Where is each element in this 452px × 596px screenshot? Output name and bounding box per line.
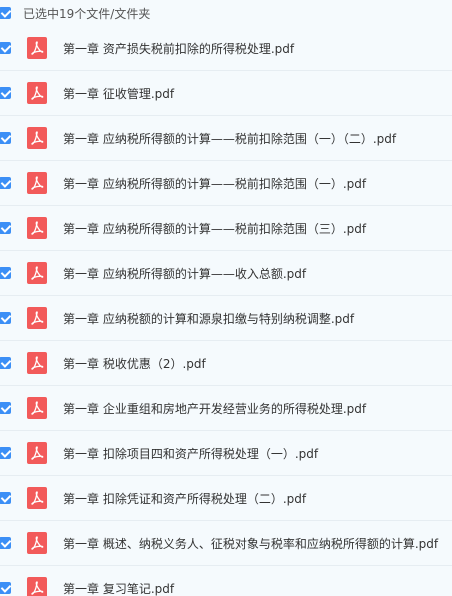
pdf-file-icon bbox=[27, 37, 47, 59]
file-name: 第一章 扣除凭证和资产所得税处理（二）.pdf bbox=[63, 491, 307, 506]
file-row[interactable]: 第一章 应纳税所得额的计算——税前扣除范围（一）（二）.pdf bbox=[0, 116, 452, 161]
pdf-file-icon bbox=[27, 577, 47, 596]
file-name: 第一章 概述、纳税义务人、征税对象与税率和应纳税所得额的计算.pdf bbox=[63, 536, 439, 551]
file-name: 第一章 应纳税所得额的计算——税前扣除范围（三）.pdf bbox=[63, 221, 367, 236]
file-row[interactable]: 第一章 企业重组和房地产开发经营业务的所得税处理.pdf bbox=[0, 386, 452, 431]
file-checkbox[interactable] bbox=[0, 357, 11, 369]
file-checkbox[interactable] bbox=[0, 177, 11, 189]
file-name: 第一章 征收管理.pdf bbox=[63, 86, 175, 101]
file-row[interactable]: 第一章 应纳税所得额的计算——税前扣除范围（三）.pdf bbox=[0, 206, 452, 251]
file-checkbox[interactable] bbox=[0, 492, 11, 504]
file-name: 第一章 应纳税所得额的计算——税前扣除范围（一）.pdf bbox=[63, 176, 367, 191]
pdf-file-icon bbox=[27, 442, 47, 464]
pdf-file-icon bbox=[27, 217, 47, 239]
selection-count-label: 已选中19个文件/文件夹 bbox=[23, 6, 151, 21]
file-checkbox[interactable] bbox=[0, 312, 11, 324]
select-all-checkbox[interactable] bbox=[0, 7, 11, 19]
file-name: 第一章 资产损失税前扣除的所得税处理.pdf bbox=[63, 41, 295, 56]
file-checkbox[interactable] bbox=[0, 222, 11, 234]
file-row[interactable]: 第一章 扣除凭证和资产所得税处理（二）.pdf bbox=[0, 476, 452, 521]
file-checkbox[interactable] bbox=[0, 87, 11, 99]
file-row[interactable]: 第一章 资产损失税前扣除的所得税处理.pdf bbox=[0, 26, 452, 71]
selection-header: 已选中19个文件/文件夹 bbox=[0, 0, 452, 26]
file-checkbox[interactable] bbox=[0, 537, 11, 549]
file-checkbox[interactable] bbox=[0, 132, 11, 144]
file-row[interactable]: 第一章 概述、纳税义务人、征税对象与税率和应纳税所得额的计算.pdf bbox=[0, 521, 452, 566]
pdf-file-icon bbox=[27, 397, 47, 419]
pdf-file-icon bbox=[27, 82, 47, 104]
pdf-file-icon bbox=[27, 262, 47, 284]
pdf-file-icon bbox=[27, 352, 47, 374]
file-checkbox[interactable] bbox=[0, 582, 11, 594]
pdf-file-icon bbox=[27, 532, 47, 554]
pdf-file-icon bbox=[27, 487, 47, 509]
file-row[interactable]: 第一章 税收优惠（2）.pdf bbox=[0, 341, 452, 386]
pdf-file-icon bbox=[27, 307, 47, 329]
file-list: 第一章 资产损失税前扣除的所得税处理.pdf 第一章 征收管理.pdf 第一章 应纳… bbox=[0, 26, 452, 596]
file-row[interactable]: 第一章 应纳税额的计算和源泉扣缴与特别纳税调整.pdf bbox=[0, 296, 452, 341]
file-name: 第一章 应纳税额的计算和源泉扣缴与特别纳税调整.pdf bbox=[63, 311, 355, 326]
file-checkbox[interactable] bbox=[0, 267, 11, 279]
file-row[interactable]: 第一章 征收管理.pdf bbox=[0, 71, 452, 116]
file-name: 第一章 复习笔记.pdf bbox=[63, 581, 175, 596]
file-name: 第一章 应纳税所得额的计算——税前扣除范围（一）（二）.pdf bbox=[63, 131, 397, 146]
file-name: 第一章 应纳税所得额的计算——收入总额.pdf bbox=[63, 266, 307, 281]
file-checkbox[interactable] bbox=[0, 402, 11, 414]
file-row[interactable]: 第一章 应纳税所得额的计算——收入总额.pdf bbox=[0, 251, 452, 296]
file-row[interactable]: 第一章 扣除项目四和资产所得税处理（一）.pdf bbox=[0, 431, 452, 476]
file-name: 第一章 税收优惠（2）.pdf bbox=[63, 356, 206, 371]
file-checkbox[interactable] bbox=[0, 42, 11, 54]
pdf-file-icon bbox=[27, 127, 47, 149]
file-list-panel: 已选中19个文件/文件夹 第一章 资产损失税前扣除的所得税处理.pdf 第一章 征… bbox=[0, 0, 452, 596]
file-checkbox[interactable] bbox=[0, 447, 11, 459]
file-row[interactable]: 第一章 应纳税所得额的计算——税前扣除范围（一）.pdf bbox=[0, 161, 452, 206]
file-row[interactable]: 第一章 复习笔记.pdf bbox=[0, 566, 452, 596]
pdf-file-icon bbox=[27, 172, 47, 194]
file-name: 第一章 企业重组和房地产开发经营业务的所得税处理.pdf bbox=[63, 401, 367, 416]
file-name: 第一章 扣除项目四和资产所得税处理（一）.pdf bbox=[63, 446, 319, 461]
